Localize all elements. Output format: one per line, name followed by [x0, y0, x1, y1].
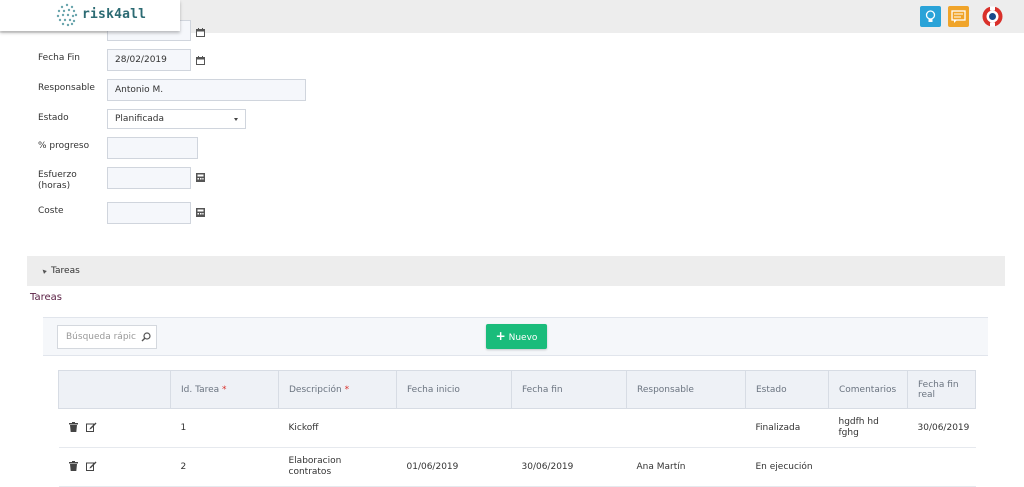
calculator-icon[interactable]	[196, 173, 205, 182]
edit-icon[interactable]	[86, 422, 97, 433]
trash-icon[interactable]	[68, 461, 78, 472]
search-input[interactable]: Búsqueda rápic	[57, 325, 157, 349]
table-row[interactable]: 1 Kickoff Finalizada hgdfh hd fghg 30/06…	[58, 408, 976, 448]
esfuerzo-label-line1: Esfuerzo	[38, 170, 77, 180]
column-header-descripcion-label: Descripción	[289, 384, 342, 395]
cell-estado: Finalizada	[745, 408, 829, 448]
coste-label: Coste	[38, 206, 64, 216]
cell-comentarios: hgdfh hd fghg	[828, 408, 908, 448]
message-icon[interactable]	[948, 6, 969, 27]
chevron-down-icon	[234, 118, 238, 121]
plus-icon: +	[495, 329, 506, 343]
estado-select[interactable]: Planificada	[107, 109, 246, 129]
estado-selected-value: Planificada	[115, 114, 165, 124]
app-name: risk4all	[82, 7, 147, 22]
responsable-field[interactable]: Antonio M.	[107, 79, 306, 101]
required-marker: *	[344, 384, 350, 395]
calculator-icon[interactable]	[196, 208, 205, 217]
cell-responsable	[626, 408, 746, 448]
column-header-fecha-fin[interactable]: Fecha fin	[511, 370, 627, 409]
lightbulb-icon[interactable]	[920, 6, 941, 27]
tareas-section-header[interactable]: Tareas	[27, 256, 1005, 286]
column-header-fecha-fin-real[interactable]: Fecha fin real	[907, 370, 976, 409]
new-task-button[interactable]: + Nuevo	[486, 324, 547, 349]
logo[interactable]: risk4all	[0, 0, 180, 31]
column-header-comentarios[interactable]: Comentarios	[828, 370, 908, 409]
estado-label: Estado	[38, 113, 69, 123]
cell-fecha-fin	[511, 408, 627, 448]
fecha-fin-field[interactable]: 28/02/2019	[107, 49, 191, 71]
collapse-triangle-icon	[41, 268, 47, 274]
calendar-icon[interactable]	[196, 56, 205, 65]
search-icon[interactable]	[141, 332, 151, 342]
responsable-label: Responsable	[38, 83, 95, 93]
cell-fecha-fin-real: 30/06/2019	[907, 408, 976, 448]
trash-icon[interactable]	[68, 422, 78, 433]
column-header-descripcion[interactable]: Descripción *	[278, 370, 397, 409]
table-header-row: Id. Tarea * Descripción * Fecha inicio F…	[58, 370, 976, 409]
esfuerzo-field[interactable]	[107, 167, 191, 189]
column-header-responsable[interactable]: Responsable	[626, 370, 746, 409]
calendar-icon[interactable]	[196, 28, 205, 37]
tareas-section-title: Tareas	[51, 266, 80, 276]
globe-icon	[56, 3, 78, 27]
progreso-label: % progreso	[38, 141, 90, 151]
tareas-subtitle: Tareas	[30, 292, 62, 303]
cell-id: 1	[170, 408, 279, 448]
column-header-id-label: Id. Tarea	[181, 384, 220, 395]
edit-icon[interactable]	[86, 461, 97, 472]
cell-descripcion: Kickoff	[278, 408, 397, 448]
column-header-fecha-inicio[interactable]: Fecha inicio	[396, 370, 512, 409]
column-header-estado[interactable]: Estado	[745, 370, 829, 409]
coste-field[interactable]	[107, 202, 191, 224]
tareas-toolbar: Búsqueda rápic + Nuevo	[43, 317, 988, 356]
fecha-fin-label: Fecha Fin	[38, 53, 80, 63]
help-icon[interactable]	[981, 5, 1004, 28]
required-marker: *	[222, 384, 227, 395]
row-actions	[58, 408, 171, 448]
cell-fecha-inicio	[396, 408, 512, 448]
tareas-table: Id. Tarea * Descripción * Fecha inicio F…	[58, 370, 976, 487]
column-header-actions	[58, 370, 171, 409]
column-header-id[interactable]: Id. Tarea *	[170, 370, 279, 409]
esfuerzo-label: Esfuerzo (horas)	[38, 170, 77, 192]
search-placeholder: Búsqueda rápic	[66, 332, 136, 342]
new-task-button-label: Nuevo	[508, 333, 538, 343]
progreso-field[interactable]	[107, 137, 198, 159]
esfuerzo-label-line2: (horas)	[38, 181, 71, 191]
